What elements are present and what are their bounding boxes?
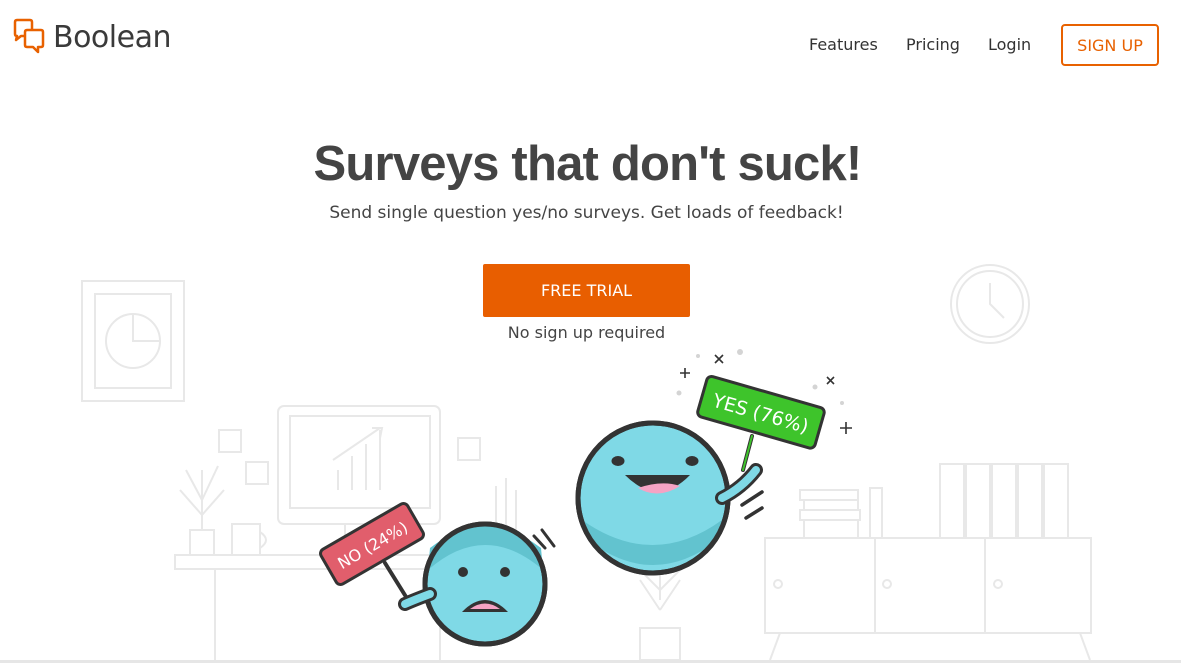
mug <box>231 523 261 556</box>
cabinet <box>764 537 1092 634</box>
nav-features-link[interactable]: Features <box>809 35 878 54</box>
desk <box>174 554 476 570</box>
nav-pricing-link[interactable]: Pricing <box>906 35 960 54</box>
sign-up-button[interactable]: SIGN UP <box>1061 24 1159 66</box>
hero-subtitle: Send single question yes/no surveys. Get… <box>329 203 844 223</box>
yes-character <box>575 374 826 576</box>
brand-name: Boolean <box>53 19 171 55</box>
hero-title: Surveys that don't suck! <box>313 137 863 191</box>
no-sign <box>319 502 425 586</box>
sparkle-decorations <box>680 354 852 434</box>
free-trial-button[interactable]: FREE TRIAL <box>483 264 690 317</box>
plant-pot-left <box>189 529 215 556</box>
brand-logo[interactable]: Boolean <box>12 18 171 58</box>
speech-bubbles-icon <box>13 18 45 54</box>
yes-sign-label: YES (76%) <box>709 389 811 438</box>
no-signup-note: No sign up required <box>507 323 666 342</box>
monitor <box>277 405 441 525</box>
site-header: Boolean Features Pricing Login SIGN UP <box>0 0 1181 90</box>
no-character <box>319 502 556 647</box>
nav-login-link[interactable]: Login <box>988 35 1031 54</box>
no-sign-label: NO (24%) <box>334 518 411 573</box>
yes-sign <box>696 374 826 450</box>
binders <box>939 463 965 539</box>
